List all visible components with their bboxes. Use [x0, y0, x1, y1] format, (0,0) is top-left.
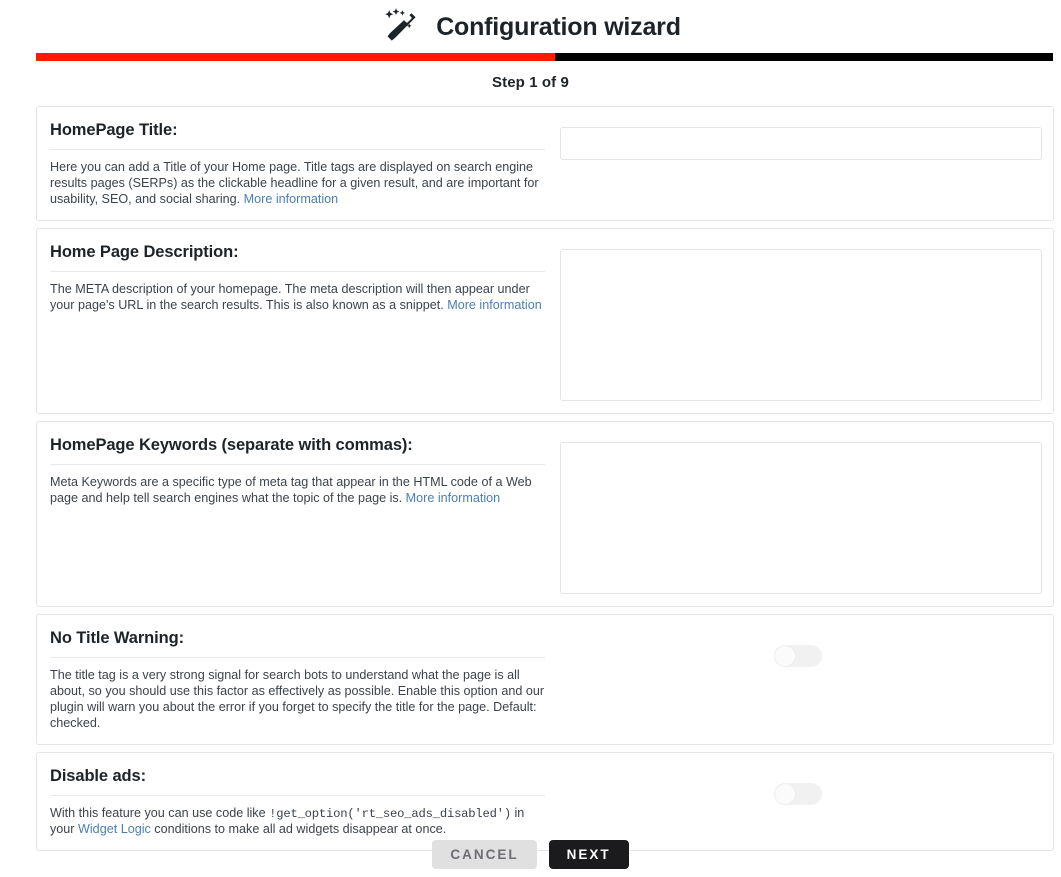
section-title: HomePage Keywords (separate with commas)… — [50, 436, 545, 465]
disable-ads-toggle[interactable] — [774, 782, 822, 805]
description-text-post: conditions to make all ad widgets disapp… — [150, 822, 447, 837]
description-text-pre: With this feature you can use code like — [50, 805, 270, 820]
section-description: With this feature you can use code like … — [50, 806, 545, 838]
wizard-progress-fill — [36, 53, 555, 61]
section-description: The title tag is a very strong signal fo… — [50, 667, 545, 730]
wizard-footer: CANCEL NEXT — [0, 840, 1061, 869]
page-title: Configuration wizard — [436, 12, 681, 41]
section-disable-ads: Disable ads: With this feature you can u… — [36, 751, 1054, 852]
wizard-progress-bar — [36, 53, 1053, 61]
section-homepage-keywords: HomePage Keywords (separate with commas)… — [36, 420, 1054, 607]
wizard-sections: HomePage Title: Here you can add a Title… — [36, 106, 1054, 858]
widget-logic-link[interactable]: Widget Logic — [78, 822, 151, 836]
section-no-title-warning: No Title Warning: The title tag is a ver… — [36, 613, 1054, 745]
section-description: The META description of your homepage. T… — [50, 282, 545, 314]
more-information-link[interactable]: More information — [244, 192, 339, 206]
section-description: Here you can add a Title of your Home pa… — [50, 160, 545, 208]
homepage-keywords-textarea[interactable] — [560, 441, 1042, 594]
section-text: HomePage Title: Here you can add a Title… — [50, 121, 555, 208]
toggle-knob — [775, 645, 795, 666]
section-control — [555, 436, 1042, 594]
section-title: Disable ads: — [50, 767, 545, 796]
no-title-warning-toggle[interactable] — [774, 644, 822, 667]
homepage-title-input[interactable] — [560, 127, 1042, 160]
section-description: Meta Keywords are a specific type of met… — [50, 475, 545, 507]
section-control — [555, 121, 1042, 160]
magic-wand-icon — [380, 6, 422, 48]
section-text: Home Page Description: The META descript… — [50, 243, 555, 314]
section-title: No Title Warning: — [50, 629, 545, 658]
section-title: Home Page Description: — [50, 243, 545, 272]
section-text: No Title Warning: The title tag is a ver… — [50, 629, 555, 732]
section-control — [555, 243, 1042, 401]
more-information-link[interactable]: More information — [406, 491, 501, 505]
section-text: Disable ads: With this feature you can u… — [50, 767, 555, 838]
section-control — [555, 767, 1040, 805]
next-button[interactable]: NEXT — [548, 840, 629, 869]
section-text: HomePage Keywords (separate with commas)… — [50, 436, 555, 507]
section-title: HomePage Title: — [50, 121, 545, 150]
toggle-knob — [775, 783, 795, 804]
section-home-page-description: Home Page Description: The META descript… — [36, 227, 1054, 414]
wizard-header: Configuration wizard — [0, 0, 1061, 52]
code-snippet: !get_option('rt_seo_ads_disabled') — [269, 806, 511, 821]
section-control — [555, 629, 1040, 667]
home-page-description-textarea[interactable] — [560, 248, 1042, 401]
cancel-button[interactable]: CANCEL — [432, 840, 537, 869]
section-homepage-title: HomePage Title: Here you can add a Title… — [36, 106, 1054, 221]
more-information-link[interactable]: More information — [447, 298, 542, 312]
step-indicator: Step 1 of 9 — [492, 74, 569, 91]
